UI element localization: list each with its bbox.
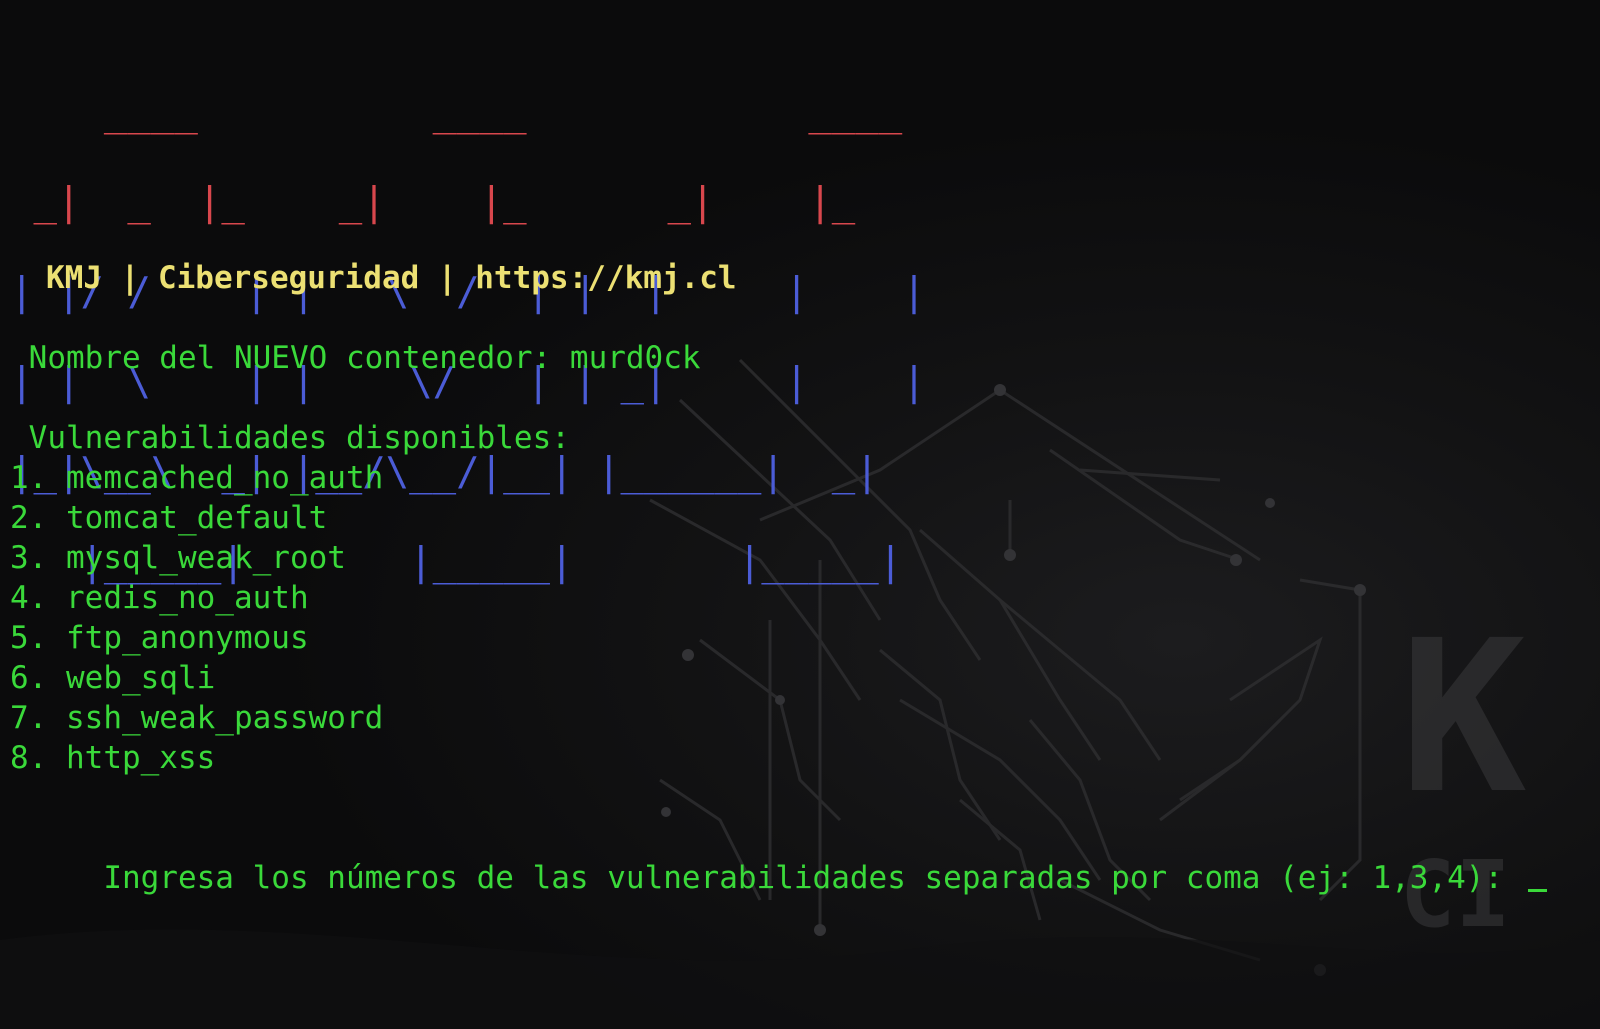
vulnerability-item: 8. http_xss: [10, 740, 216, 776]
input-prompt: Ingresa los números de las vulnerabilida…: [84, 860, 1522, 896]
vulnerability-item: 3. mysql_weak_root: [10, 540, 346, 576]
banner-row-1: ____ ____ ____: [10, 93, 926, 132]
vulnerability-item: 1. memcached_no_auth: [10, 460, 384, 496]
banner-row-2-red: _| _ |_ _| |_ _| |_: [10, 180, 856, 225]
container-name-line: Nombre del NUEVO contenedor: murd0ck: [10, 340, 701, 376]
banner-row-2: _| _ |_ _| |_ _| |_: [10, 183, 926, 222]
banner-row-1-red: ____ ____ ____: [10, 90, 903, 135]
vulnerabilities-heading: Vulnerabilidades disponibles:: [10, 420, 570, 456]
watermark-line1: K: [1400, 595, 1527, 840]
subtitle: KMJ | Ciberseguridad | https://kmj.cl: [46, 260, 737, 296]
input-prompt-line[interactable]: Ingresa los números de las vulnerabilida…: [10, 818, 1547, 938]
vulnerability-item: 4. redis_no_auth: [10, 580, 309, 616]
vulnerability-item: 2. tomcat_default: [10, 500, 328, 536]
vulnerability-item: 7. ssh_weak_password: [10, 700, 384, 736]
text-cursor[interactable]: [1527, 889, 1547, 892]
vulnerability-item: 5. ftp_anonymous: [10, 620, 309, 656]
terminal-window[interactable]: K CI ____ ____ ____ _| _ |_ _| |_ _| |_ …: [0, 0, 1600, 1029]
vulnerability-item: 6. web_sqli: [10, 660, 216, 696]
